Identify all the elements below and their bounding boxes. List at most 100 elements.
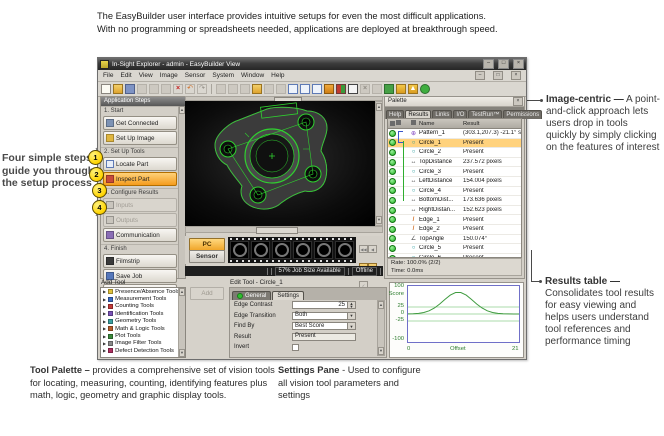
tab-general[interactable]: General <box>232 291 271 300</box>
menu-image[interactable]: Image <box>160 72 178 79</box>
spinner-icon[interactable]: ▲▼ <box>347 302 355 308</box>
menu-view[interactable]: View <box>139 72 153 79</box>
zoom-fit-icon[interactable] <box>312 84 322 94</box>
filmstrip-frame[interactable] <box>251 241 270 259</box>
save-job-icon[interactable] <box>125 84 135 94</box>
menu-sensor[interactable]: Sensor <box>185 72 206 79</box>
record-icon[interactable] <box>264 84 274 94</box>
list-item[interactable]: ▶Plot Tools <box>101 332 185 339</box>
edge-transition-select[interactable]: Both▼ <box>292 312 356 320</box>
snapshot-icon[interactable] <box>276 84 286 94</box>
camera-image[interactable] <box>185 101 375 226</box>
edge-contrast-input[interactable]: 25▲▼ <box>292 301 356 309</box>
list-item[interactable]: ▶Identification Tools <box>101 310 185 317</box>
list-item[interactable]: ▶Geometry Tools <box>101 318 185 325</box>
filmstrip-icon[interactable] <box>372 84 382 94</box>
table-row[interactable]: ↔TopDistance237.572 pixels <box>388 158 521 168</box>
forward-icon[interactable] <box>228 84 238 94</box>
open-job-icon[interactable] <box>113 84 123 94</box>
list-item[interactable]: ▶Presence/Absence Tools <box>101 288 185 295</box>
close-icon[interactable]: × <box>513 59 524 69</box>
filmstrip-frame[interactable] <box>293 241 312 259</box>
minimize-icon[interactable]: – <box>483 59 494 69</box>
menu-help[interactable]: Help <box>271 72 284 79</box>
online-icon[interactable] <box>420 84 430 94</box>
trigger-icon[interactable] <box>324 84 334 94</box>
table-row[interactable]: ⊕Pattern_1(303.1,207.3) -21.1° score... <box>388 129 521 139</box>
zoom-out-icon[interactable] <box>300 84 310 94</box>
maximize-icon[interactable]: □ <box>498 59 509 69</box>
outputs-button[interactable]: Outputs <box>103 213 177 227</box>
table-row[interactable]: ○Circle_4Present <box>388 187 521 197</box>
image-horizontal-scrollbar[interactable] <box>185 226 383 233</box>
filmstrip-frame[interactable] <box>335 241 354 259</box>
table-row[interactable]: ○Circle_5Present <box>388 244 521 254</box>
table-row[interactable]: ∠TopAngle150.074° <box>388 235 521 245</box>
table-row[interactable]: /Edge_1Present <box>388 215 521 225</box>
filmstrip-frame[interactable] <box>230 241 249 259</box>
disconnect-icon[interactable]: × <box>360 84 370 94</box>
upload-icon[interactable]: ▲ <box>408 84 418 94</box>
get-connected-button[interactable]: Get Connected <box>103 116 177 130</box>
list-item[interactable]: ▶Counting Tools <box>101 303 185 310</box>
list-item[interactable]: ▶Image Filter Tools <box>101 340 185 347</box>
table-row[interactable]: /Edge_2Present <box>388 225 521 235</box>
color-display-icon[interactable] <box>336 84 346 94</box>
communication-button[interactable]: Communication <box>103 228 177 242</box>
filmstrip[interactable] <box>228 237 356 263</box>
invert-checkbox[interactable] <box>292 344 299 351</box>
maintenance-icon[interactable] <box>396 84 406 94</box>
add-tool-scrollbar[interactable]: ▲▼ <box>178 288 185 357</box>
sensor-button[interactable]: Sensor <box>189 250 225 263</box>
add-button[interactable]: Add <box>190 287 224 300</box>
table-row[interactable]: ↔LeftDistance154.004 pixels <box>388 177 521 187</box>
menu-edit[interactable]: Edit <box>120 72 131 79</box>
locate-part-button[interactable]: Locate Part <box>103 157 177 171</box>
menu-window[interactable]: Window <box>241 72 264 79</box>
find-by-select[interactable]: Best Score▼ <box>292 322 356 330</box>
mdi-minimize-icon[interactable]: – <box>475 71 485 80</box>
filmstrip-button[interactable]: Filmstrip <box>103 254 177 268</box>
print-icon[interactable] <box>137 84 147 94</box>
chevron-down-icon[interactable]: ▼ <box>347 323 355 329</box>
menu-file[interactable]: File <box>103 72 113 79</box>
back-icon[interactable] <box>216 84 226 94</box>
list-item[interactable]: ▶Defect Detection Tools <box>101 347 185 354</box>
tab-settings[interactable]: Settings <box>272 291 304 300</box>
refresh-icon[interactable] <box>384 84 394 94</box>
new-job-icon[interactable] <box>101 84 111 94</box>
undo-icon[interactable]: ↶ <box>185 84 195 94</box>
palette-close-icon[interactable]: × <box>513 97 523 106</box>
list-item[interactable]: ▶Math & Logic Tools <box>101 325 185 332</box>
live-display-icon[interactable] <box>348 84 358 94</box>
menu-system[interactable]: System <box>212 72 234 79</box>
cut-icon[interactable] <box>149 84 159 94</box>
list-item[interactable]: ▶Measurement Tools <box>101 295 185 302</box>
application-steps-scrollbar[interactable]: ▲ <box>178 106 185 278</box>
image-vertical-scrollbar[interactable]: ▲ ▼ <box>375 101 383 226</box>
mdi-close-icon[interactable]: × <box>511 71 521 80</box>
copy-icon[interactable] <box>161 84 171 94</box>
table-row[interactable]: ○Circle_3Present <box>388 167 521 177</box>
table-row[interactable]: ○Circle_2Present <box>388 148 521 158</box>
chevron-down-icon[interactable]: ▼ <box>347 313 355 319</box>
prev-frame-icon[interactable]: ◀ <box>368 245 377 253</box>
inputs-button[interactable]: Inputs <box>103 198 177 212</box>
table-row[interactable]: ↔BottomDist...173.636 pixels <box>388 196 521 206</box>
title-bar[interactable]: In-Sight Explorer - admin - EasyBuilder … <box>98 58 526 70</box>
open-image-icon[interactable] <box>252 84 262 94</box>
flag-icon[interactable] <box>240 84 250 94</box>
filmstrip-frame[interactable] <box>314 241 333 259</box>
redo-icon[interactable]: ↷ <box>197 84 207 94</box>
result-column-header[interactable]: Result <box>463 121 521 127</box>
zoom-in-icon[interactable] <box>288 84 298 94</box>
inspect-part-button[interactable]: Inspect Part <box>103 172 177 186</box>
first-frame-icon[interactable]: ◀◀ <box>359 245 368 253</box>
name-column-header[interactable]: Name <box>419 121 463 127</box>
mdi-restore-icon[interactable]: □ <box>493 71 503 80</box>
table-row-selected[interactable]: ○Circle_1Present <box>388 139 521 149</box>
filmstrip-frame[interactable] <box>272 241 291 259</box>
set-up-image-button[interactable]: Set Up Image <box>103 131 177 145</box>
table-row[interactable]: ↔RightDistan...152.623 pixels <box>388 206 521 216</box>
delete-icon[interactable]: × <box>173 84 183 94</box>
